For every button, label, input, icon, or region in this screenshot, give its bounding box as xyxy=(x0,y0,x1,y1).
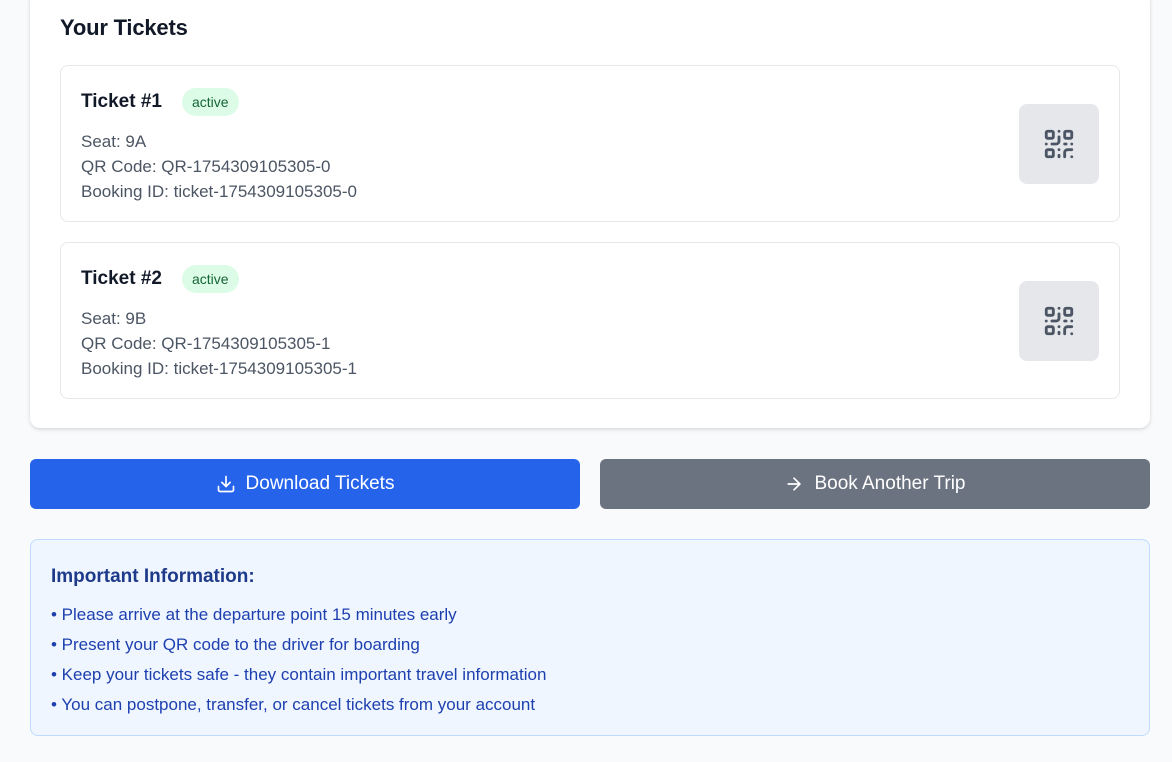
qr-code-button[interactable] xyxy=(1019,281,1099,361)
info-item: • Present your QR code to the driver for… xyxy=(51,635,420,654)
ticket-seat: Seat: 9A xyxy=(81,132,147,151)
status-badge: active xyxy=(181,265,239,293)
ticket-qr-code: QR Code: QR-1754309105305-1 xyxy=(81,334,331,353)
ticket-card: Ticket #2 active Seat: 9B QR Code: QR-17… xyxy=(60,242,1120,399)
download-icon xyxy=(217,475,234,493)
ticket-details: Seat: 9A QR Code: QR-1754309105305-0 Boo… xyxy=(81,129,357,204)
status-badge: active xyxy=(181,88,239,116)
qr-code-icon xyxy=(1044,129,1074,159)
ticket-name: Ticket #2 xyxy=(81,268,162,289)
download-tickets-label: Download Tickets xyxy=(245,473,395,494)
download-tickets-button[interactable]: Download Tickets xyxy=(30,459,580,509)
ticket-details: Seat: 9B QR Code: QR-1754309105305-1 Boo… xyxy=(81,306,357,381)
book-another-trip-button[interactable]: Book Another Trip xyxy=(600,459,1150,509)
tickets-card: Your Tickets Ticket #1 active Seat: 9A Q… xyxy=(30,0,1150,428)
ticket-header: Ticket #1 active xyxy=(81,88,239,116)
book-another-trip-label: Book Another Trip xyxy=(814,473,966,494)
ticket-booking-id: Booking ID: ticket-1754309105305-0 xyxy=(81,182,357,201)
ticket-card: Ticket #1 active Seat: 9A QR Code: QR-17… xyxy=(60,65,1120,222)
tickets-title: Your Tickets xyxy=(60,15,188,40)
arrow-right-icon xyxy=(787,477,802,491)
ticket-header: Ticket #2 active xyxy=(81,265,239,293)
info-item: • Keep your tickets safe - they contain … xyxy=(51,665,547,684)
info-item: • Please arrive at the departure point 1… xyxy=(51,605,457,624)
info-title: Important Information: xyxy=(51,566,255,587)
qr-code-icon xyxy=(1044,306,1074,336)
ticket-booking-id: Booking ID: ticket-1754309105305-1 xyxy=(81,359,357,378)
qr-code-button[interactable] xyxy=(1019,104,1099,184)
ticket-qr-code: QR Code: QR-1754309105305-0 xyxy=(81,157,331,176)
info-item: • You can postpone, transfer, or cancel … xyxy=(51,695,536,714)
important-information-panel: Important Information: • Please arrive a… xyxy=(30,539,1150,736)
ticket-seat: Seat: 9B xyxy=(81,309,147,328)
info-list: • Please arrive at the departure point 1… xyxy=(51,600,546,720)
ticket-name: Ticket #1 xyxy=(81,91,162,112)
